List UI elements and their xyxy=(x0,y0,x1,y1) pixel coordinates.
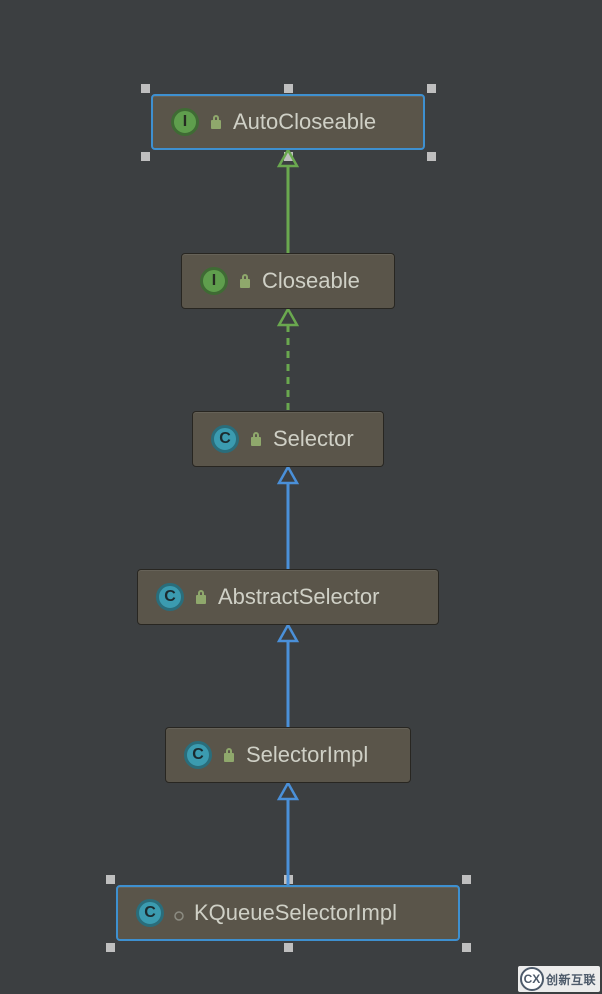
class-badge: C xyxy=(184,741,212,769)
node-label: Closeable xyxy=(262,268,360,294)
class-badge: C xyxy=(136,899,164,927)
lock-icon xyxy=(222,747,236,763)
interface-badge: I xyxy=(200,267,228,295)
uml-node-abstractsel[interactable]: C AbstractSelector xyxy=(137,569,439,625)
uml-node-kqueueselimpl[interactable]: C KQueueSelectorImpl xyxy=(116,885,460,941)
selection-handle[interactable] xyxy=(427,152,436,161)
uml-edge xyxy=(273,467,303,569)
lock-icon xyxy=(194,589,208,605)
watermark-text: 创新互联 xyxy=(546,971,596,988)
node-label: KQueueSelectorImpl xyxy=(194,900,397,926)
selection-handle[interactable] xyxy=(284,943,293,952)
circle-icon xyxy=(174,908,184,918)
selection-handle[interactable] xyxy=(462,943,471,952)
node-label: Selector xyxy=(273,426,354,452)
class-badge: C xyxy=(156,583,184,611)
selection-handle[interactable] xyxy=(106,875,115,884)
node-label: SelectorImpl xyxy=(246,742,368,768)
uml-edge xyxy=(273,783,303,885)
uml-node-autocloseable[interactable]: I AutoCloseable xyxy=(151,94,425,150)
class-badge: C xyxy=(211,425,239,453)
node-label: AbstractSelector xyxy=(218,584,379,610)
selection-handle[interactable] xyxy=(141,84,150,93)
diagram-canvas[interactable]: I AutoCloseable I Closeable C Selector C Abstra… xyxy=(0,0,602,994)
selection-handle[interactable] xyxy=(427,84,436,93)
watermark-logo: CX xyxy=(520,967,544,991)
interface-badge: I xyxy=(171,108,199,136)
lock-icon xyxy=(209,114,223,130)
selection-handle[interactable] xyxy=(462,875,471,884)
uml-edge xyxy=(273,625,303,727)
uml-node-selectorimpl[interactable]: C SelectorImpl xyxy=(165,727,411,783)
selection-handle[interactable] xyxy=(284,84,293,93)
watermark: CX创新互联 xyxy=(518,966,600,992)
lock-icon xyxy=(238,273,252,289)
selection-handle[interactable] xyxy=(141,152,150,161)
uml-node-closeable[interactable]: I Closeable xyxy=(181,253,395,309)
lock-icon xyxy=(249,431,263,447)
uml-edge xyxy=(273,150,303,253)
uml-node-selector[interactable]: C Selector xyxy=(192,411,384,467)
uml-edge xyxy=(273,309,303,411)
selection-handle[interactable] xyxy=(106,943,115,952)
node-label: AutoCloseable xyxy=(233,109,376,135)
